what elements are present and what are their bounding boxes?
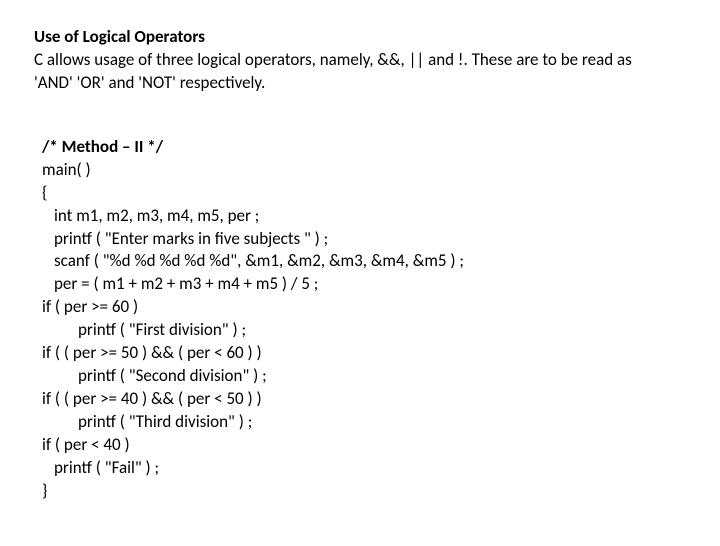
- code-line: if ( ( per >= 50 ) && ( per < 60 ) ): [42, 342, 262, 363]
- code-line: /* Method – II */: [42, 136, 163, 157]
- code-line: printf ( "Second division" ) ;: [42, 365, 267, 388]
- code-line: {: [42, 182, 47, 203]
- intro-line-2: 'AND' 'OR' and 'NOT' respectively.: [34, 72, 686, 95]
- code-block: /* Method – II */ main( ) { int m1, m2, …: [34, 113, 686, 526]
- document-page: Use of Logical Operators C allows usage …: [0, 0, 720, 546]
- code-line: printf ( "Third division" ) ;: [42, 411, 252, 434]
- code-line: if ( per >= 60 ): [42, 296, 138, 317]
- heading: Use of Logical Operators: [34, 26, 686, 49]
- code-line: int m1, m2, m3, m4, m5, per ;: [42, 205, 259, 228]
- code-line: main( ): [42, 159, 91, 180]
- code-line: scanf ( "%d %d %d %d %d", &m1, &m2, &m3,…: [42, 250, 464, 273]
- code-line: printf ( "Fail" ) ;: [42, 457, 159, 480]
- intro-line-1: C allows usage of three logical operator…: [34, 49, 686, 72]
- code-line: if ( ( per >= 40 ) && ( per < 50 ) ): [42, 388, 262, 409]
- code-line: }: [42, 480, 47, 501]
- code-line: printf ( "Enter marks in five subjects "…: [42, 228, 328, 251]
- code-line: if ( per < 40 ): [42, 434, 130, 455]
- code-line: printf ( "First division" ) ;: [42, 319, 246, 342]
- intro-block: Use of Logical Operators C allows usage …: [34, 26, 686, 95]
- code-line: per = ( m1 + m2 + m3 + m4 + m5 ) / 5 ;: [42, 273, 318, 296]
